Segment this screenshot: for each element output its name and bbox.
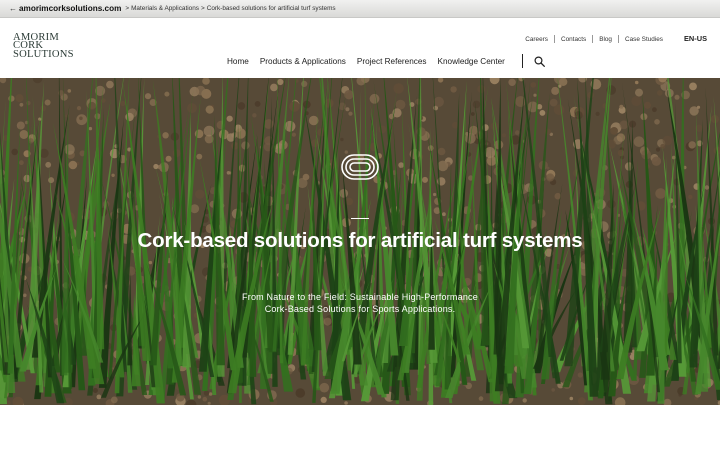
nav-careers-link[interactable]: Careers — [519, 36, 554, 43]
running-track-icon — [341, 154, 379, 180]
breadcrumb-item-materials[interactable]: Materials & Applications — [131, 5, 199, 12]
hero-title: Cork-based solutions for artificial turf… — [137, 229, 583, 252]
nav-home-link[interactable]: Home — [227, 57, 249, 66]
breadcrumb: ← amorimcorksolutions.com > Materials & … — [0, 0, 720, 18]
site-header: AMORIM CORK SOLUTIONS Careers Contacts B… — [0, 18, 720, 78]
nav-project-references-link[interactable]: Project References — [357, 57, 427, 66]
search-button[interactable] — [534, 55, 546, 67]
hero-divider — [351, 218, 369, 219]
breadcrumb-domain-link[interactable]: amorimcorksolutions.com — [19, 4, 121, 13]
main-nav: Home Products & Applications Project Ref… — [227, 54, 546, 68]
nav-contacts-link[interactable]: Contacts — [555, 36, 592, 43]
nav-knowledge-center-link[interactable]: Knowledge Center — [438, 57, 505, 66]
hero-subtitle: From Nature to the Field: Sustainable Hi… — [180, 291, 540, 315]
nav-divider — [521, 54, 523, 68]
utility-nav: Careers Contacts Blog Case Studies — [519, 35, 669, 43]
language-selector[interactable]: EN-US — [684, 34, 707, 43]
breadcrumb-separator: > — [200, 5, 205, 12]
hero-subtitle-line-2: Cork-Based Solutions for Sports Applicat… — [264, 304, 456, 314]
search-icon — [534, 55, 546, 67]
breadcrumb-separator: > — [125, 5, 130, 12]
amorim-logo[interactable]: AMORIM CORK SOLUTIONS — [13, 32, 74, 60]
nav-case-studies-link[interactable]: Case Studies — [619, 36, 669, 43]
breadcrumb-item-current: Cork-based solutions for artificial turf… — [206, 5, 336, 12]
logo-line-3: SOLUTIONS — [13, 48, 74, 60]
nav-blog-link[interactable]: Blog — [593, 36, 618, 43]
hero-subtitle-line-1: From Nature to the Field: Sustainable Hi… — [242, 292, 478, 302]
nav-products-link[interactable]: Products & Applications — [260, 57, 346, 66]
back-arrow-icon[interactable]: ← — [9, 4, 17, 13]
hero-banner: Cork-based solutions for artificial turf… — [0, 78, 720, 405]
